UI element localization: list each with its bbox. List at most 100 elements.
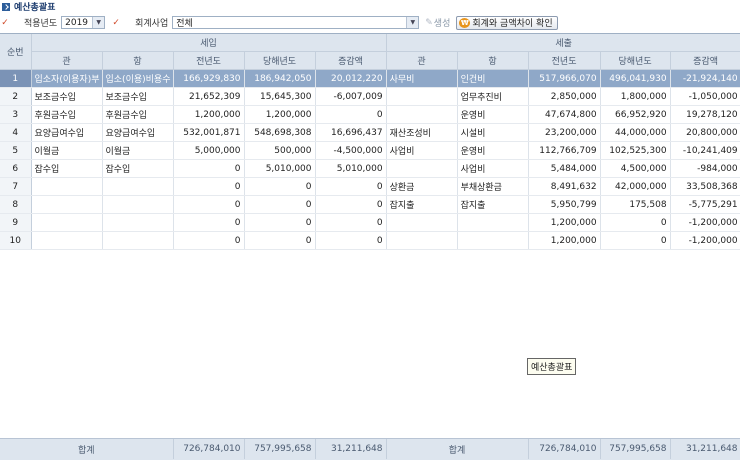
column-header[interactable]: 증감액: [670, 51, 740, 70]
table-cell[interactable]: 요양급여수입: [102, 123, 174, 142]
table-cell[interactable]: [31, 213, 103, 232]
table-cell[interactable]: 사무비: [386, 69, 458, 88]
table-cell[interactable]: 보조금수입: [31, 87, 103, 106]
table-cell[interactable]: 1,800,000: [600, 87, 671, 106]
table-cell[interactable]: [386, 105, 458, 124]
table-cell[interactable]: 532,001,871: [173, 123, 245, 142]
table-cell[interactable]: -1,200,000: [670, 231, 740, 250]
table-cell[interactable]: 잡지출: [457, 195, 529, 214]
table-cell[interactable]: 20,800,000: [670, 123, 740, 142]
table-cell[interactable]: 0: [244, 177, 316, 196]
table-cell[interactable]: 496,041,930: [600, 69, 671, 88]
table-cell[interactable]: 20,012,220: [315, 69, 387, 88]
table-cell[interactable]: 인건비: [457, 69, 529, 88]
table-cell[interactable]: 후원금수입: [31, 105, 103, 124]
table-row[interactable]: 9 0 0 0 1,200,000 0 -1,200,000: [0, 213, 740, 232]
year-select[interactable]: 2019 ▼: [61, 16, 106, 29]
column-header[interactable]: 항: [457, 51, 529, 70]
table-cell[interactable]: [386, 159, 458, 178]
table-cell[interactable]: 잡수입: [31, 159, 103, 178]
income-header[interactable]: 세입: [31, 34, 387, 52]
table-cell[interactable]: 548,698,308: [244, 123, 316, 142]
table-cell[interactable]: 잡지출: [386, 195, 458, 214]
diff-check-button[interactable]: ₩ 회계와 금액차이 확인: [456, 15, 558, 30]
table-cell[interactable]: 112,766,709: [528, 141, 601, 160]
table-row[interactable]: 8 0 0 0 잡지출 잡지출 5,950,799 175,508 -5,775,291: [0, 195, 740, 214]
table-cell[interactable]: 업무추진비: [457, 87, 529, 106]
table-cell[interactable]: 166,929,830: [173, 69, 245, 88]
row-number[interactable]: 5: [0, 141, 32, 160]
expense-header[interactable]: 세출: [386, 34, 740, 52]
table-cell[interactable]: 이월금: [31, 141, 103, 160]
row-number[interactable]: 6: [0, 159, 32, 178]
table-cell[interactable]: 0: [244, 195, 316, 214]
table-cell[interactable]: 0: [173, 213, 245, 232]
table-cell[interactable]: 5,950,799: [528, 195, 601, 214]
table-cell[interactable]: 입소(이용)비용수: [102, 69, 174, 88]
table-cell[interactable]: 4,500,000: [600, 159, 671, 178]
seq-header[interactable]: 순번: [0, 34, 32, 70]
table-cell[interactable]: -21,924,140: [670, 69, 740, 88]
table-cell[interactable]: 재산조성비: [386, 123, 458, 142]
column-header[interactable]: 전년도: [173, 51, 245, 70]
table-cell[interactable]: 33,508,368: [670, 177, 740, 196]
row-number[interactable]: 7: [0, 177, 32, 196]
table-cell[interactable]: [102, 177, 174, 196]
table-cell[interactable]: 1,200,000: [528, 231, 601, 250]
table-row[interactable]: 5 이월금 이월금 5,000,000 500,000 -4,500,000 사업비 운영비 1…: [0, 141, 740, 160]
table-cell[interactable]: 5,010,000: [244, 159, 316, 178]
table-cell[interactable]: [102, 213, 174, 232]
table-cell[interactable]: [457, 231, 529, 250]
table-cell[interactable]: 0: [315, 195, 387, 214]
chevron-down-icon[interactable]: ▼: [92, 17, 105, 28]
table-cell[interactable]: 보조금수입: [102, 87, 174, 106]
table-cell[interactable]: 입소자(이용자)부: [31, 69, 103, 88]
table-cell[interactable]: 66,952,920: [600, 105, 671, 124]
table-cell[interactable]: [31, 177, 103, 196]
table-cell[interactable]: 42,000,000: [600, 177, 671, 196]
table-cell[interactable]: 517,966,070: [528, 69, 601, 88]
column-header[interactable]: 당해년도: [244, 51, 316, 70]
table-cell[interactable]: 500,000: [244, 141, 316, 160]
table-row[interactable]: 1 입소자(이용자)부 입소(이용)비용수 166,929,830 186,942,05…: [0, 69, 740, 88]
table-cell[interactable]: 후원금수입: [102, 105, 174, 124]
column-header[interactable]: 증감액: [315, 51, 387, 70]
chevron-down-icon[interactable]: ▼: [406, 17, 419, 28]
table-cell[interactable]: [31, 195, 103, 214]
table-cell[interactable]: 1,200,000: [173, 105, 245, 124]
table-cell[interactable]: [386, 213, 458, 232]
table-row[interactable]: 7 0 0 0 상환금 부채상환금 8,491,632 42,000,000 33,508,36…: [0, 177, 740, 196]
table-row[interactable]: 10 0 0 0 1,200,000 0 -1,200,000: [0, 231, 740, 250]
row-number[interactable]: 3: [0, 105, 32, 124]
table-cell[interactable]: [102, 195, 174, 214]
table-cell[interactable]: 2,850,000: [528, 87, 601, 106]
table-cell[interactable]: 0: [173, 195, 245, 214]
table-cell[interactable]: 시설비: [457, 123, 529, 142]
table-row[interactable]: 4 요양급여수입 요양급여수입 532,001,871 548,698,308 16,69…: [0, 123, 740, 142]
generate-button[interactable]: ✎ 생성: [425, 16, 450, 30]
table-cell[interactable]: 5,000,000: [173, 141, 245, 160]
table-cell[interactable]: 1,200,000: [244, 105, 316, 124]
table-cell[interactable]: 요양급여수입: [31, 123, 103, 142]
table-cell[interactable]: 부채상환금: [457, 177, 529, 196]
table-cell[interactable]: 0: [244, 213, 316, 232]
table-cell[interactable]: 상환금: [386, 177, 458, 196]
table-cell[interactable]: 16,696,437: [315, 123, 387, 142]
table-cell[interactable]: 이월금: [102, 141, 174, 160]
table-cell[interactable]: 0: [173, 231, 245, 250]
table-cell[interactable]: 0: [173, 159, 245, 178]
table-cell[interactable]: 0: [315, 231, 387, 250]
column-header[interactable]: 당해년도: [600, 51, 671, 70]
table-cell[interactable]: -5,775,291: [670, 195, 740, 214]
table-cell[interactable]: 1,200,000: [528, 213, 601, 232]
table-cell[interactable]: 운영비: [457, 141, 529, 160]
row-number[interactable]: 9: [0, 213, 32, 232]
table-cell[interactable]: 15,645,300: [244, 87, 316, 106]
table-cell[interactable]: 175,508: [600, 195, 671, 214]
table-cell[interactable]: -6,007,009: [315, 87, 387, 106]
table-cell[interactable]: 5,010,000: [315, 159, 387, 178]
table-cell[interactable]: 186,942,050: [244, 69, 316, 88]
row-number[interactable]: 8: [0, 195, 32, 214]
table-cell[interactable]: -4,500,000: [315, 141, 387, 160]
business-select[interactable]: 전체 ▼: [172, 16, 420, 29]
